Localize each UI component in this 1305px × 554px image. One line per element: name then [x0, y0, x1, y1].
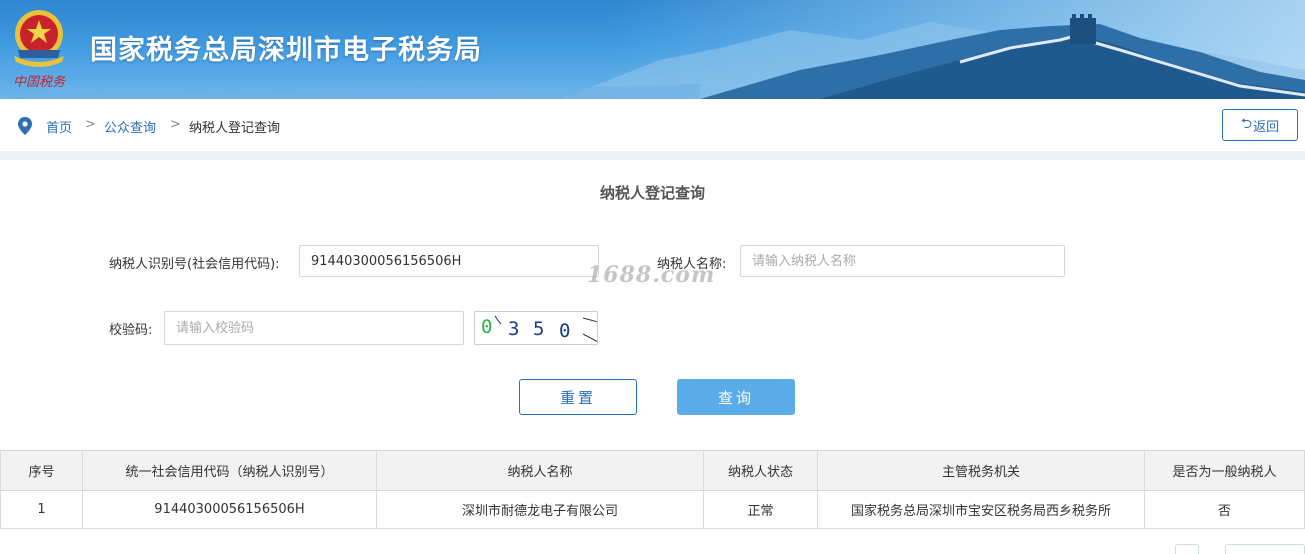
header-banner: 中国税务 国家税务总局深圳市电子税务局 [0, 0, 1305, 99]
table-header-row: 序号 统一社会信用代码（纳税人识别号） 纳税人名称 纳税人状态 主管税务机关 是… [0, 450, 1305, 491]
column-header: 是否为一般纳税人 [1144, 450, 1305, 491]
column-header: 纳税人名称 [376, 450, 704, 491]
captcha-image[interactable]: 0 3 5 0 [474, 311, 598, 345]
return-arrow-icon: ⮌ [1240, 116, 1253, 132]
reset-button[interactable]: 重置 [519, 379, 637, 415]
table-cell: 正常 [703, 490, 818, 529]
location-pin-icon [18, 117, 32, 135]
taxpayer-id-input[interactable] [299, 245, 599, 277]
back-button-label: 返回 [1253, 119, 1280, 135]
taxpayer-id-label: 纳税人识别号(社会信用代码): [109, 257, 280, 272]
taxpayer-name-input[interactable] [740, 245, 1065, 277]
column-header: 序号 [0, 450, 83, 491]
captcha-char: 0 [559, 320, 570, 342]
page-size-select[interactable] [1225, 544, 1305, 554]
table-cell: 1 [0, 490, 83, 529]
captcha-label: 校验码: [109, 323, 153, 338]
breadcrumb-separator: > [170, 117, 181, 132]
section-divider [0, 151, 1305, 160]
table-cell: 国家税务总局深圳市宝安区税务局西乡税务所 [817, 490, 1145, 529]
captcha-char: 5 [533, 318, 544, 340]
query-button[interactable]: 查询 [677, 379, 795, 415]
breadcrumb-separator: > [85, 117, 96, 132]
emblem-text: 中国税务 [13, 75, 66, 90]
table-cell: 深圳市耐德龙电子有限公司 [376, 490, 704, 529]
watermark: 1688.com [587, 262, 716, 288]
column-header: 统一社会信用代码（纳税人识别号） [82, 450, 377, 491]
captcha-input[interactable] [164, 311, 464, 345]
column-header: 纳税人状态 [703, 450, 818, 491]
table-row: 1 91440300056156506H 深圳市耐德龙电子有限公司 正常 国家税… [0, 490, 1305, 529]
captcha-char: 3 [508, 318, 519, 340]
table-cell: 否 [1144, 490, 1305, 529]
form-title: 纳税人登记查询 [599, 184, 705, 202]
breadcrumb-current: 纳税人登记查询 [189, 121, 281, 136]
column-header: 主管税务机关 [817, 450, 1145, 491]
captcha-char: 0 [481, 316, 492, 338]
site-title: 国家税务总局深圳市电子税务局 [90, 35, 482, 66]
table-cell: 91440300056156506H [82, 490, 377, 529]
pagination-control[interactable] [1175, 544, 1199, 554]
breadcrumb-home[interactable]: 首页 [46, 117, 72, 136]
results-table: 序号 统一社会信用代码（纳税人识别号） 纳税人名称 纳税人状态 主管税务机关 是… [0, 450, 1305, 529]
tax-emblem-logo: 中国税务 [8, 6, 70, 92]
back-button[interactable]: ⮌ 返回 [1222, 109, 1298, 141]
breadcrumb-public-query[interactable]: 公众查询 [104, 117, 156, 136]
